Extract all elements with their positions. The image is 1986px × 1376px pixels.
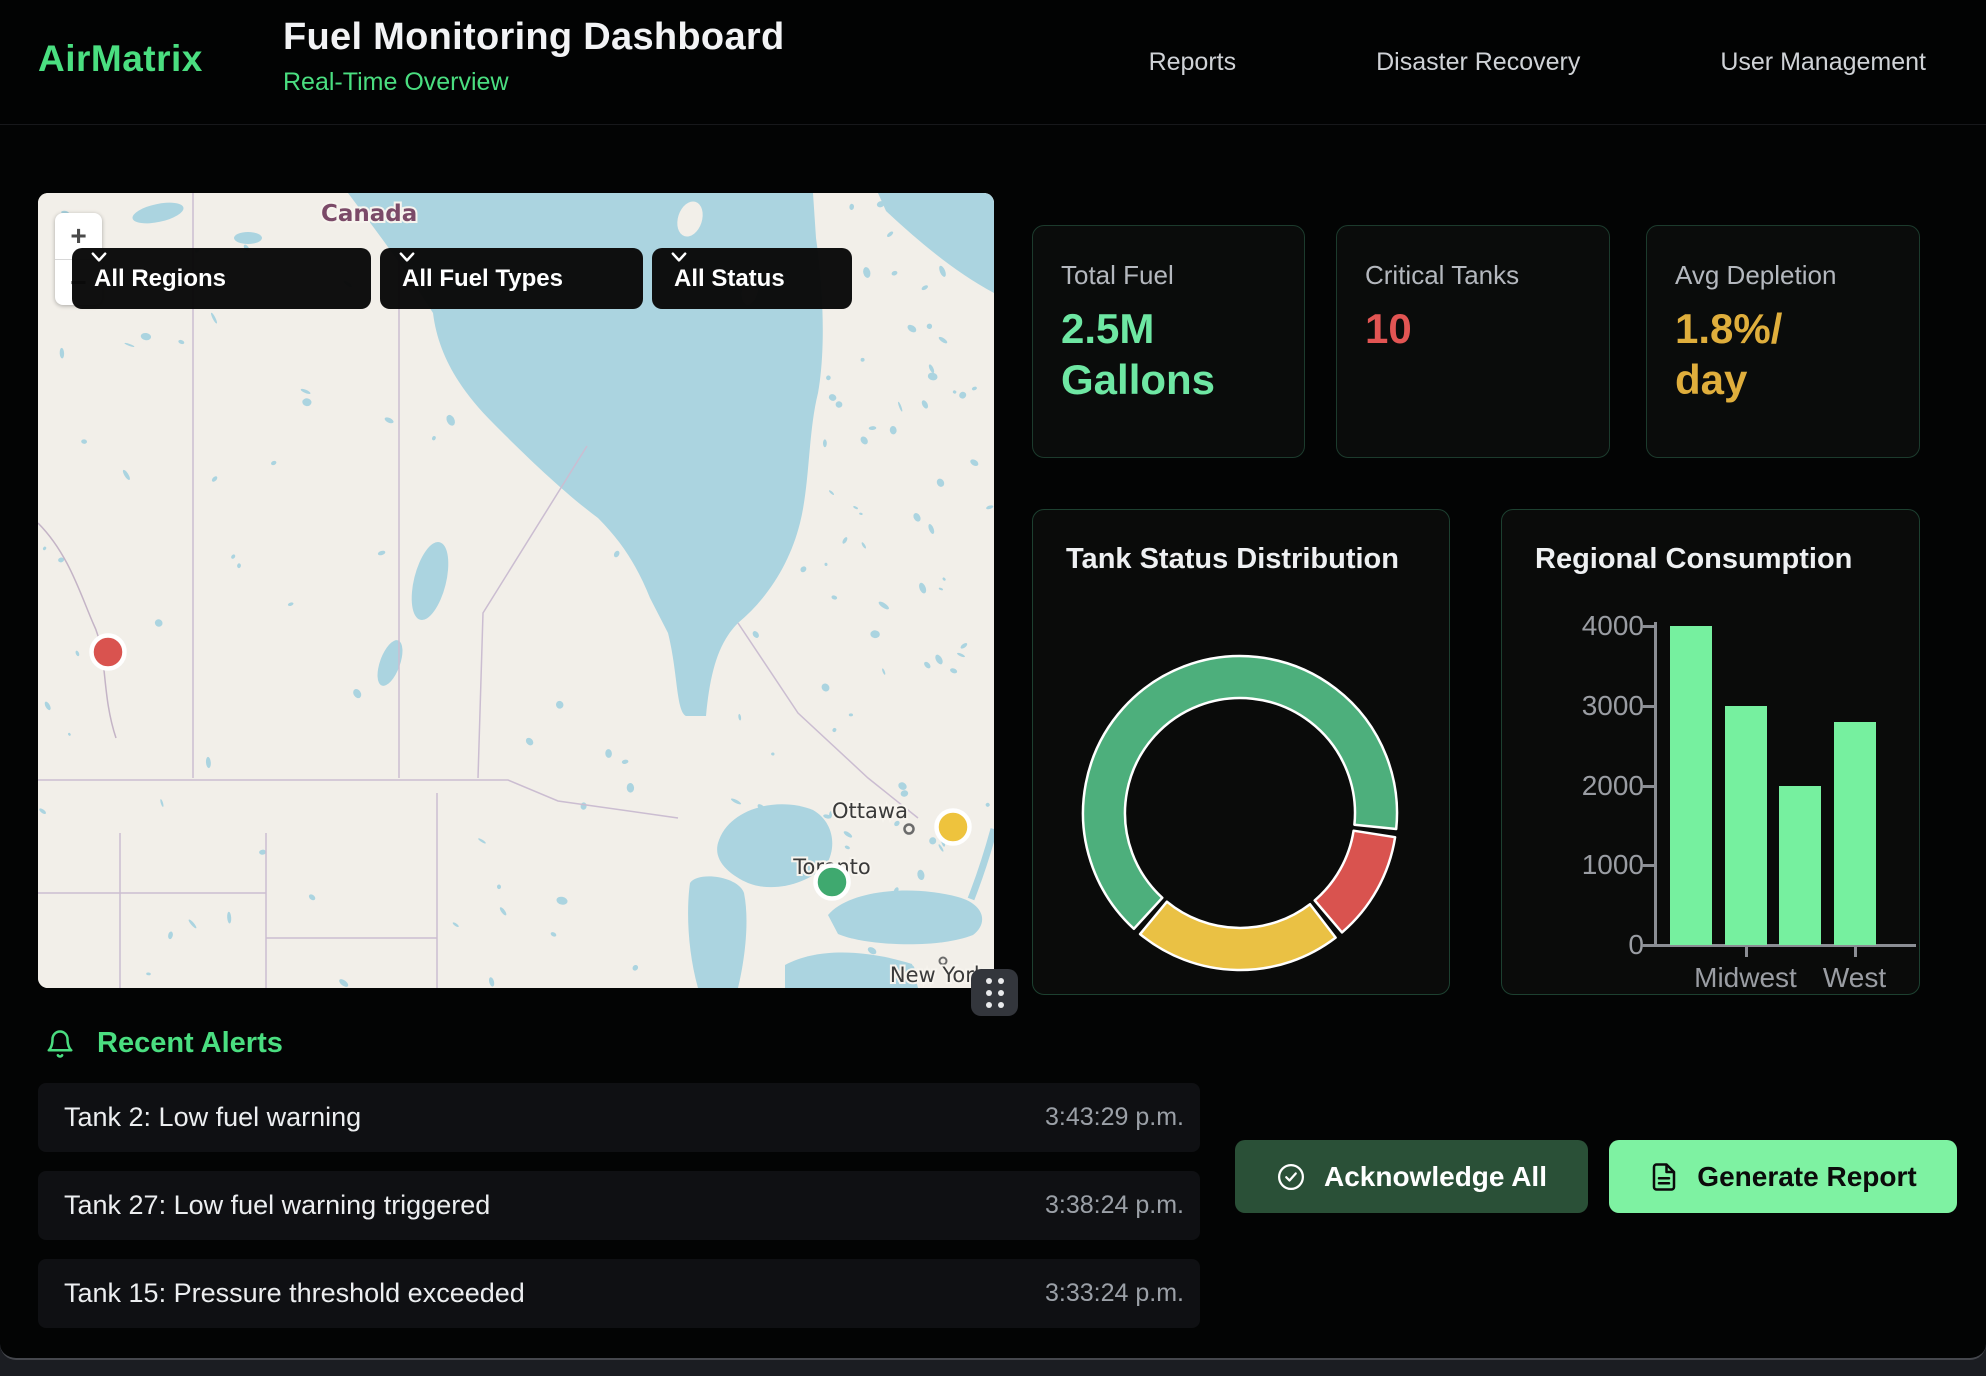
region-filter-select[interactable]: All Regions — [72, 248, 371, 309]
recent-alerts-header: Recent Alerts — [45, 1027, 283, 1060]
map-lake — [234, 232, 262, 244]
y-tick-mark — [1642, 864, 1654, 867]
x-tick-label: West — [1785, 962, 1925, 994]
check-circle-icon — [1276, 1162, 1306, 1192]
map-country-label: Canada — [321, 201, 417, 227]
nav-reports[interactable]: Reports — [1149, 48, 1237, 77]
status-filter-select[interactable]: All Status — [652, 248, 852, 309]
alert-text: Tank 27: Low fuel warning triggered — [64, 1190, 490, 1221]
x-tick-mark — [1854, 947, 1857, 957]
y-tick-mark — [1642, 625, 1654, 628]
stat-value: 2.5MGallons — [1061, 303, 1276, 405]
generate-report-button[interactable]: Generate Report — [1609, 1140, 1957, 1213]
y-tick-mark — [1642, 944, 1654, 947]
header: AirMatrix Fuel Monitoring Dashboard Real… — [0, 0, 1986, 125]
donut-segment-warning — [1140, 902, 1336, 970]
page-title: Fuel Monitoring Dashboard — [283, 16, 784, 59]
stat-card-total-fuel: Total Fuel 2.5MGallons — [1032, 225, 1305, 458]
region-filter-value: All Regions — [94, 265, 226, 293]
chevron-down-icon — [90, 248, 108, 266]
fuel-type-filter-select[interactable]: All Fuel Types — [380, 248, 643, 309]
stat-label: Critical Tanks — [1365, 260, 1581, 291]
alert-row[interactable]: Tank 2: Low fuel warning 3:43:29 p.m. — [38, 1083, 1200, 1152]
app-logo: AirMatrix — [38, 38, 203, 80]
bell-icon — [45, 1028, 75, 1060]
bar — [1834, 722, 1876, 945]
y-tick-label: 0 — [1550, 929, 1644, 961]
stat-card-avg-depletion: Avg Depletion 1.8%/day — [1646, 225, 1920, 458]
acknowledge-all-button[interactable]: Acknowledge All — [1235, 1140, 1588, 1213]
alert-time: 3:38:24 p.m. — [1045, 1191, 1184, 1220]
alert-time: 3:43:29 p.m. — [1045, 1103, 1184, 1132]
alert-row[interactable]: Tank 15: Pressure threshold exceeded 3:3… — [38, 1259, 1200, 1328]
alert-time: 3:33:24 p.m. — [1045, 1279, 1184, 1308]
alert-text: Tank 2: Low fuel warning — [64, 1102, 361, 1133]
bar — [1725, 706, 1767, 945]
x-tick-mark — [1745, 947, 1748, 957]
tank-status-distribution-card: Tank Status Distribution — [1032, 509, 1450, 995]
acknowledge-all-label: Acknowledge All — [1324, 1161, 1547, 1193]
y-tick-mark — [1642, 785, 1654, 788]
y-tick-label: 2000 — [1550, 770, 1644, 802]
regional-consumption-card: Regional Consumption 40003000200010000Mi… — [1501, 509, 1920, 995]
donut-segment-critical — [1315, 831, 1395, 933]
stat-value: 1.8%/day — [1675, 303, 1891, 405]
donut-chart-title: Tank Status Distribution — [1066, 543, 1399, 576]
page-title-block: Fuel Monitoring Dashboard Real-Time Over… — [283, 16, 784, 97]
main-nav: Reports Disaster Recovery User Managemen… — [1149, 0, 1926, 125]
nav-disaster-recovery[interactable]: Disaster Recovery — [1376, 48, 1580, 77]
map-lake-michigan — [688, 876, 746, 988]
map-city-label-ottawa: Ottawa — [832, 799, 908, 823]
tank-status-donut-chart — [1033, 510, 1451, 996]
fuel-map[interactable]: Canada Ottawa Toronto New York + − All R… — [38, 193, 994, 988]
map-town-dot — [905, 825, 914, 834]
stat-card-critical-tanks: Critical Tanks 10 — [1336, 225, 1610, 458]
fuel-type-filter-value: All Fuel Types — [402, 265, 563, 293]
stat-label: Total Fuel — [1061, 260, 1276, 291]
map-canvas: Canada Ottawa Toronto New York — [38, 193, 994, 988]
generate-report-label: Generate Report — [1697, 1161, 1916, 1193]
y-tick-label: 1000 — [1550, 849, 1644, 881]
y-tick-label: 3000 — [1550, 690, 1644, 722]
chevron-down-icon — [670, 248, 688, 266]
bar — [1779, 786, 1821, 946]
donut-segment-normal — [1083, 656, 1397, 929]
bar-chart-title: Regional Consumption — [1535, 543, 1852, 576]
alert-row[interactable]: Tank 27: Low fuel warning triggered 3:38… — [38, 1171, 1200, 1240]
y-tick-mark — [1642, 705, 1654, 708]
file-text-icon — [1649, 1162, 1679, 1192]
y-tick-label: 4000 — [1550, 610, 1644, 642]
dashboard-app: AirMatrix Fuel Monitoring Dashboard Real… — [0, 0, 1986, 1360]
tank-marker-warning[interactable] — [937, 811, 970, 844]
stat-value: 10 — [1365, 303, 1581, 354]
map-resize-handle[interactable] — [971, 969, 1018, 1016]
recent-alerts-title: Recent Alerts — [97, 1027, 283, 1060]
alert-text: Tank 15: Pressure threshold exceeded — [64, 1278, 525, 1309]
nav-user-management[interactable]: User Management — [1720, 48, 1926, 77]
stat-label: Avg Depletion — [1675, 260, 1891, 291]
regional-consumption-bar-chart — [1656, 626, 1918, 945]
tank-marker-critical[interactable] — [92, 636, 125, 669]
status-filter-value: All Status — [674, 265, 785, 293]
page-subtitle: Real-Time Overview — [283, 68, 784, 97]
chevron-down-icon — [398, 248, 416, 266]
tank-marker-normal[interactable] — [816, 866, 849, 899]
bar — [1670, 626, 1712, 945]
